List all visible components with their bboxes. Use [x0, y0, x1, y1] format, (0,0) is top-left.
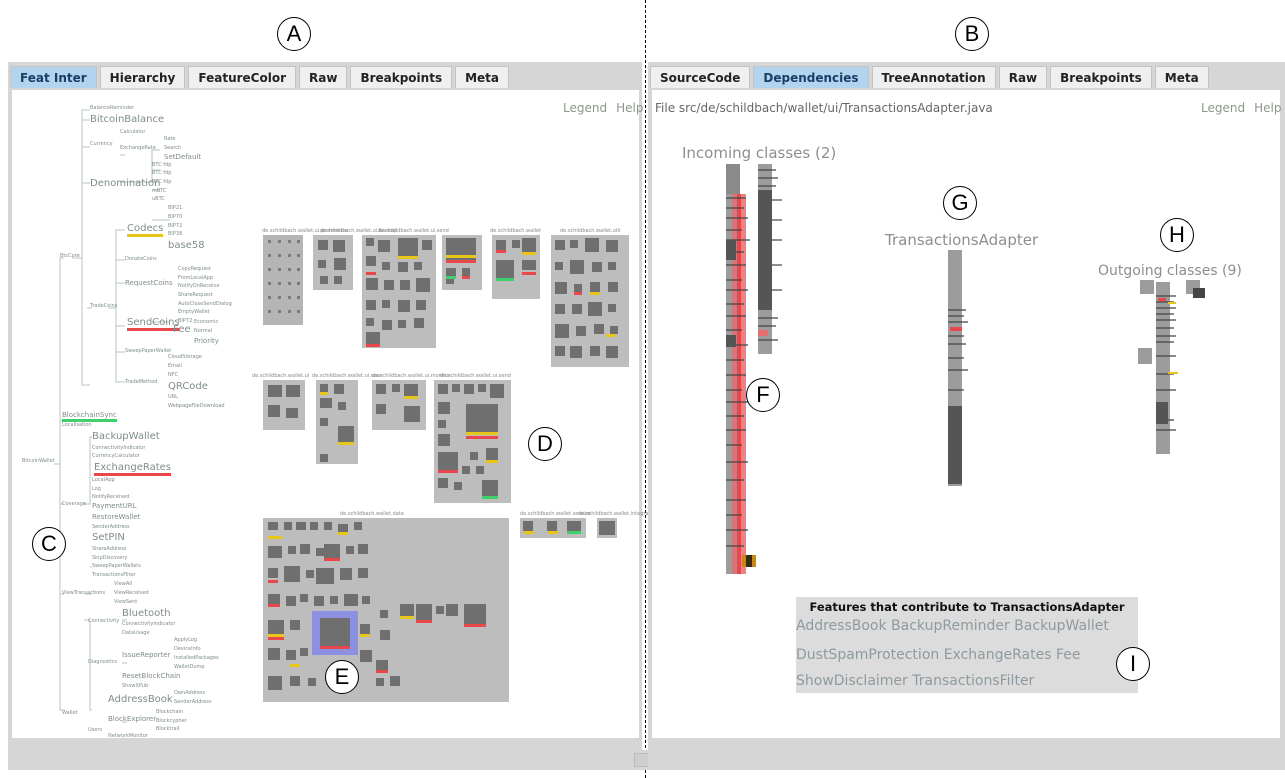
package-classes: [268, 238, 618, 690]
tab-source-code[interactable]: SourceCode: [650, 66, 751, 88]
right-tabbar: SourceCode Dependencies TreeAnnotation R…: [650, 66, 1209, 90]
tab-breakpoints-right[interactable]: Breakpoints: [1050, 66, 1152, 88]
outgoing-class: [1138, 348, 1152, 364]
tab-tree-annotation[interactable]: TreeAnnotation: [871, 66, 996, 88]
contributing-features-line: ShowDisclaimer TransactionsFilter: [796, 673, 1035, 689]
marker-b: B: [955, 17, 989, 51]
tab-raw-right[interactable]: Raw: [998, 66, 1048, 88]
contributing-features-line: AddressBook BackupReminder BackupWallet: [796, 618, 1109, 634]
dependency-diagram: [726, 164, 1205, 574]
marker-i: I: [1116, 647, 1150, 681]
contributing-features-line: DustSpamProtection ExchangeRates Fee: [796, 647, 1081, 663]
marker-d: D: [528, 427, 562, 461]
marker-h: H: [1160, 218, 1194, 252]
contributing-features-heading: Features that contribute to Transactions…: [809, 600, 1125, 614]
pane-divider: [645, 0, 646, 778]
marker-f: F: [746, 378, 780, 412]
marker-g: G: [943, 186, 977, 220]
marker-e: E: [325, 660, 359, 694]
outgoing-class: [1140, 280, 1154, 294]
marker-c: C: [32, 527, 66, 561]
tab-dependencies[interactable]: Dependencies: [753, 66, 869, 88]
tab-meta-right[interactable]: Meta: [1154, 66, 1209, 88]
contributing-features-box: Features that contribute to Transactions…: [796, 597, 1138, 693]
